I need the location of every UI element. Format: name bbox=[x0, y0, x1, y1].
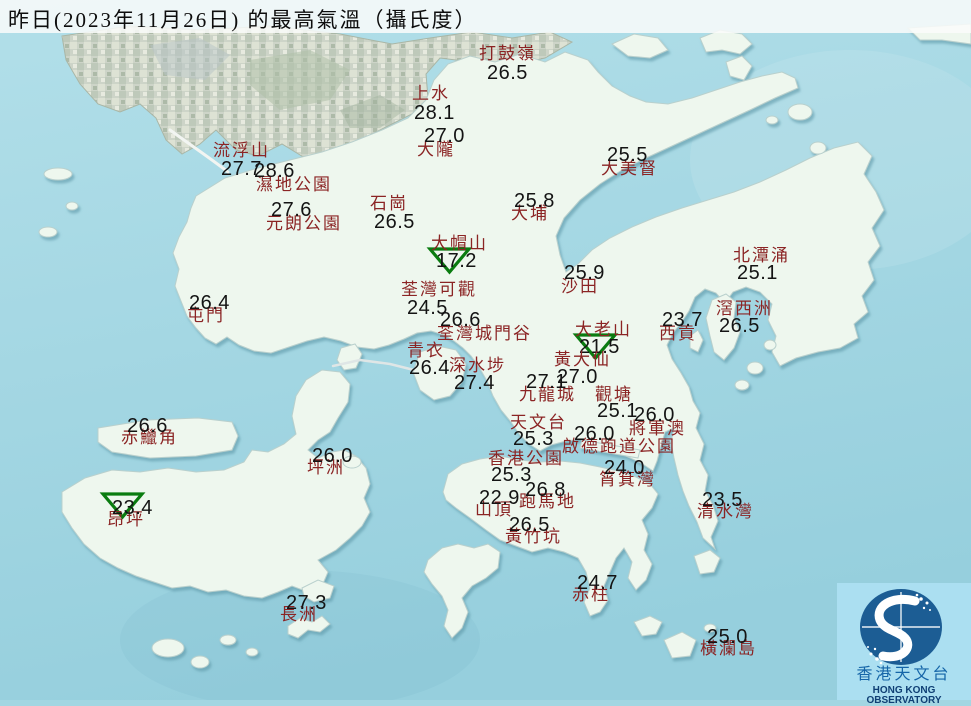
station-name-label: 石崗 bbox=[370, 194, 408, 213]
station-temp-value: 26.8 bbox=[525, 479, 566, 501]
station-temp-value: 26.0 bbox=[634, 404, 675, 426]
hko-logo: 香港天文台 HONG KONG OBSERVATORY bbox=[837, 583, 971, 706]
station-temp-value: 25.3 bbox=[513, 428, 554, 450]
station-temp-value: 24.7 bbox=[577, 572, 618, 594]
station-temp-value: 28.1 bbox=[414, 102, 455, 124]
station-temp-value: 25.0 bbox=[707, 626, 748, 648]
station-temp-value: 26.4 bbox=[189, 292, 230, 314]
station-temp-value: 27.6 bbox=[271, 199, 312, 221]
station-temp-value: 25.8 bbox=[514, 190, 555, 212]
station-temp-value: 22.9 bbox=[479, 487, 520, 509]
station-name-label: 打鼓嶺 bbox=[479, 44, 536, 63]
station-temp-value: 27.1 bbox=[526, 371, 567, 393]
station-temp-value: 25.5 bbox=[607, 144, 648, 166]
station-name-label: 荃灣可觀 bbox=[401, 280, 477, 299]
station-temp-value: 27.3 bbox=[286, 592, 327, 614]
station-temp-value: 26.6 bbox=[440, 309, 481, 331]
station-temp-value: 23.7 bbox=[662, 309, 703, 331]
title-bar: 昨日(2023年11月26日) 的最高氣溫（攝氏度） bbox=[0, 0, 971, 33]
station-name-label: 流浮山 bbox=[213, 141, 270, 160]
station-temp-value: 27.4 bbox=[454, 372, 495, 394]
station-temp-value: 27.0 bbox=[424, 125, 465, 147]
station-temp-value: 26.0 bbox=[312, 445, 353, 467]
station-temp-value: 26.5 bbox=[374, 211, 415, 233]
hko-logo-chinese-name: 香港天文台 bbox=[856, 666, 952, 683]
hko-logo-emblem-icon bbox=[860, 589, 942, 665]
station-temp-value: 26.5 bbox=[719, 315, 760, 337]
hko-logo-english-name: HONG KONG OBSERVATORY bbox=[866, 685, 942, 706]
station-temp-value: 23.4 bbox=[112, 497, 153, 519]
station-temp-value: 25.1 bbox=[597, 400, 638, 422]
station-temp-value: 26.0 bbox=[574, 423, 615, 445]
station-temp-value: 26.5 bbox=[509, 514, 550, 536]
station-labels-layer: 打鼓嶺 26.5 上水 28.1 大隴 27.0 流浮山 27.7 濕地公園 28.6 元朗公園 27… bbox=[0, 0, 971, 700]
station-name-label: 上水 bbox=[412, 84, 450, 103]
station-temp-value: 26.4 bbox=[409, 357, 450, 379]
station-temp-value: 28.6 bbox=[254, 160, 295, 182]
station-temp-value: 24.0 bbox=[604, 457, 645, 479]
station-temp-value: 23.5 bbox=[702, 489, 743, 511]
station-temp-value: 25.1 bbox=[737, 262, 778, 284]
station-temp-value: 26.5 bbox=[487, 62, 528, 84]
station-temp-value: 17.2 bbox=[436, 250, 477, 272]
station-temp-value: 26.6 bbox=[127, 415, 168, 437]
station-temp-value: 25.9 bbox=[564, 262, 605, 284]
map-title: 昨日(2023年11月26日) 的最高氣溫（攝氏度） bbox=[8, 8, 478, 32]
